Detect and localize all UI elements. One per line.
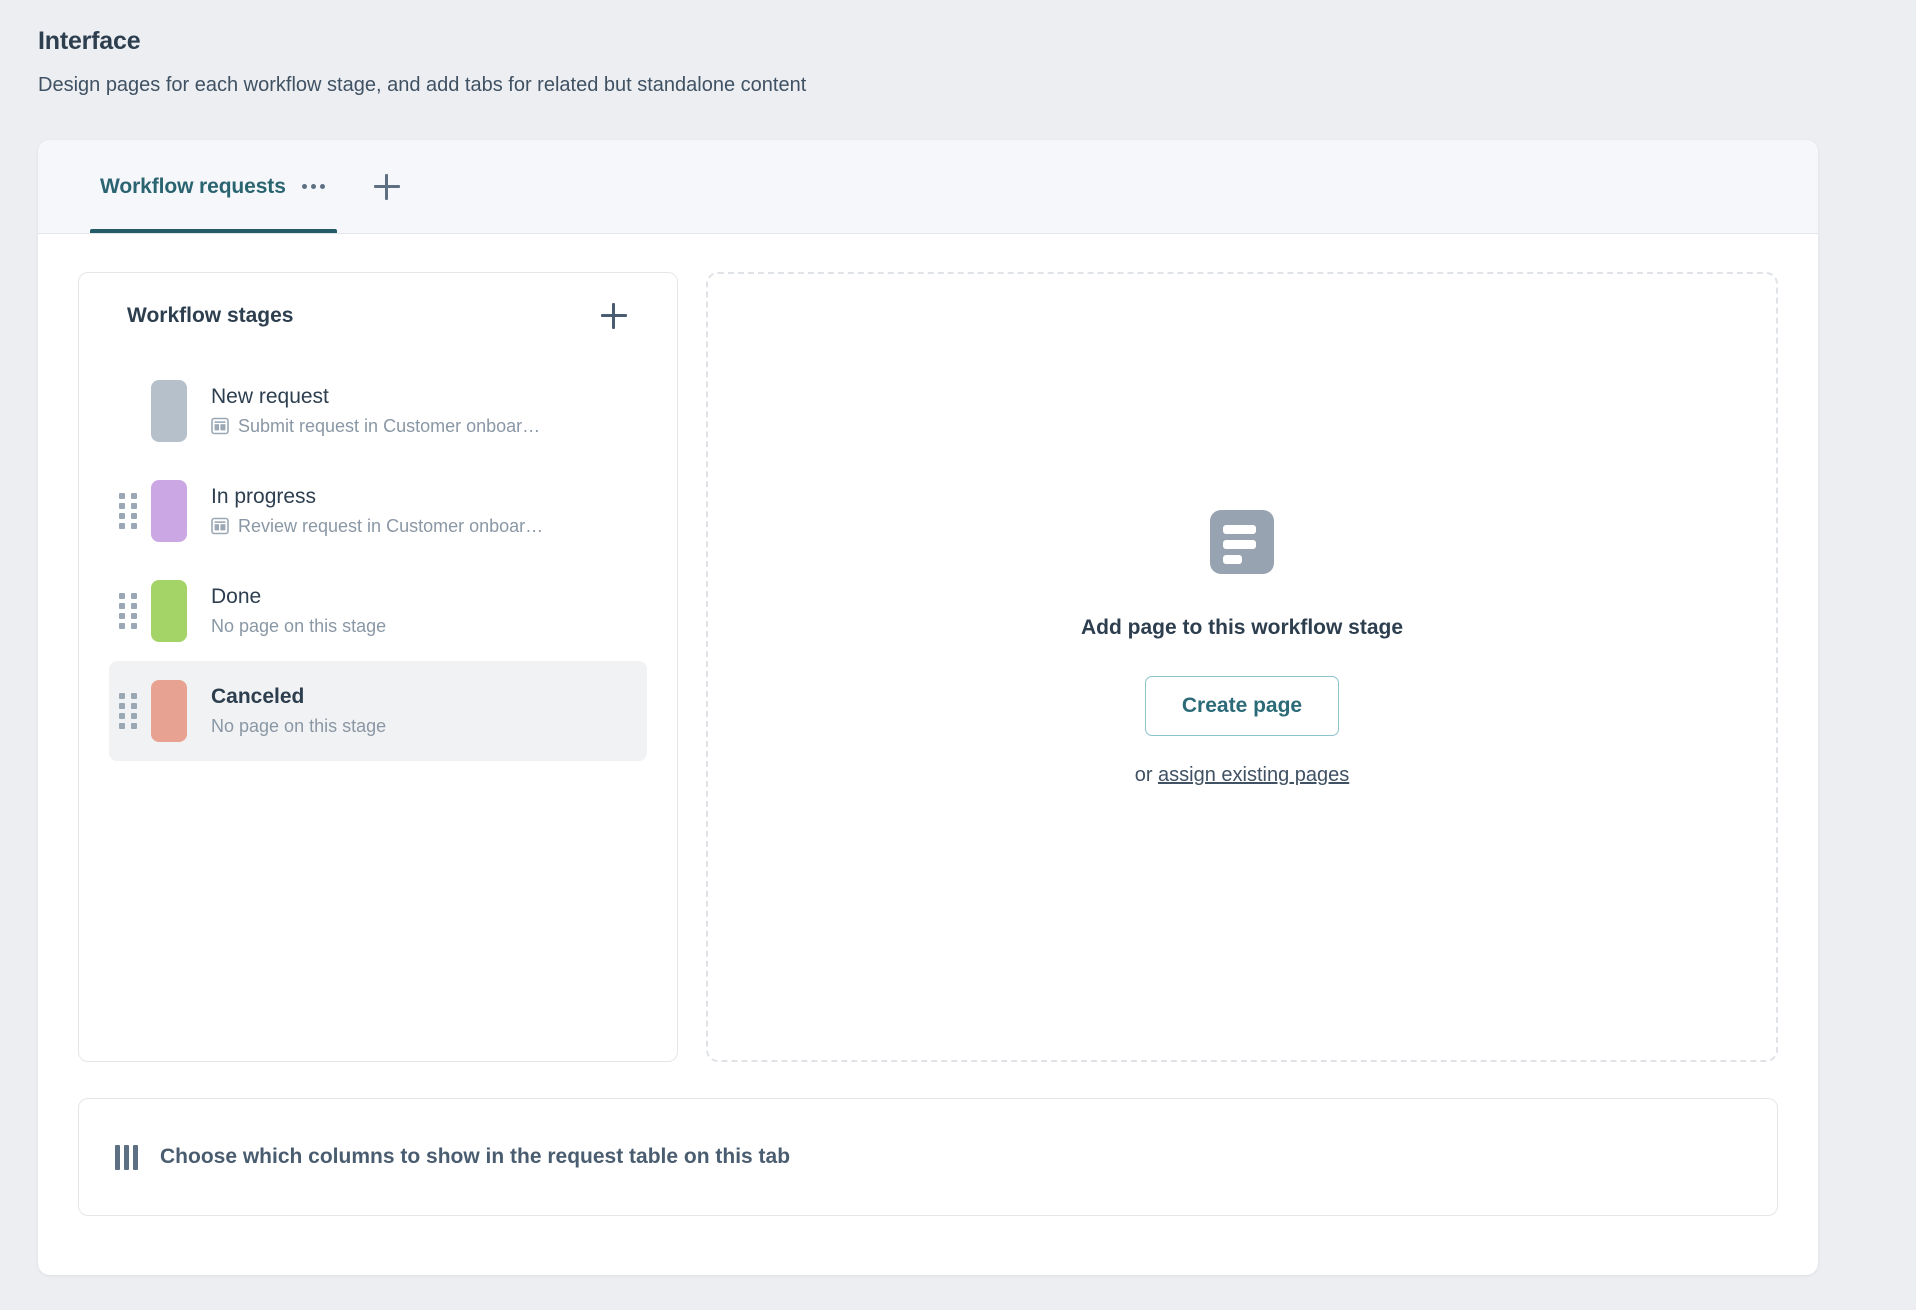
choose-columns-label: Choose which columns to show in the requ… <box>160 1145 790 1169</box>
workflow-stages-title: Workflow stages <box>127 304 293 328</box>
workflow-stage-list: New request Submit request in Customer on… <box>109 361 647 761</box>
ellipsis-icon[interactable] <box>300 178 327 195</box>
drag-handle-icon[interactable] <box>113 594 143 628</box>
stage-text: Done No page on this stage <box>211 585 386 636</box>
assign-existing-pages-line: or assign existing pages <box>1135 764 1350 787</box>
assign-prefix: or <box>1135 764 1158 786</box>
stage-subtitle: Review request in Customer onboar… <box>211 516 543 537</box>
tab-label: Workflow requests <box>100 175 286 199</box>
workflow-stage-row[interactable]: New request Submit request in Customer on… <box>109 361 647 461</box>
stage-color-swatch <box>151 680 187 742</box>
stage-subtitle-text: No page on this stage <box>211 616 386 637</box>
choose-columns-bar[interactable]: Choose which columns to show in the requ… <box>78 1098 1778 1216</box>
page-header: Interface Design pages for each workflow… <box>0 0 1916 97</box>
workflow-stage-row[interactable]: Done No page on this stage <box>109 561 647 661</box>
card-body: Workflow stages New request Submit reques… <box>38 234 1818 1062</box>
stage-name: New request <box>211 385 540 409</box>
assign-existing-pages-link[interactable]: assign existing pages <box>1158 764 1349 786</box>
stage-text: In progress Review request in Customer on… <box>211 485 543 536</box>
stage-text: New request Submit request in Customer on… <box>211 385 540 436</box>
stage-text: Canceled No page on this stage <box>211 685 386 736</box>
page-title: Interface <box>38 26 1916 56</box>
stage-color-swatch <box>151 580 187 642</box>
plus-icon <box>601 303 627 329</box>
mini-page-icon <box>211 517 229 535</box>
stage-subtitle: Submit request in Customer onboar… <box>211 416 540 437</box>
tab-bar: Workflow requests <box>38 140 1818 234</box>
stage-subtitle-text: Submit request in Customer onboar… <box>238 416 540 437</box>
plus-icon <box>374 174 400 200</box>
workflow-stage-row[interactable]: In progress Review request in Customer on… <box>109 461 647 561</box>
drag-handle-icon[interactable] <box>113 494 143 528</box>
mini-page-icon <box>211 417 229 435</box>
workflow-stages-panel: Workflow stages New request Submit reques… <box>78 272 678 1062</box>
drag-handle-icon <box>113 394 143 428</box>
page-document-icon <box>1210 510 1274 574</box>
workflow-stage-row[interactable]: Canceled No page on this stage <box>109 661 647 761</box>
columns-icon <box>115 1145 138 1170</box>
empty-state-title: Add page to this workflow stage <box>1081 616 1403 640</box>
page-dropzone-panel[interactable]: Add page to this workflow stage Create p… <box>706 272 1778 1062</box>
stage-name: Done <box>211 585 386 609</box>
stage-name: In progress <box>211 485 543 509</box>
stage-color-swatch <box>151 480 187 542</box>
interface-card: Workflow requests Workflow stages New re… <box>38 140 1818 1275</box>
page-subtitle: Design pages for each workflow stage, an… <box>38 74 1916 97</box>
create-page-button[interactable]: Create page <box>1145 676 1339 736</box>
stage-color-swatch <box>151 380 187 442</box>
workflow-stages-header: Workflow stages <box>109 301 647 331</box>
stage-subtitle-text: Review request in Customer onboar… <box>238 516 543 537</box>
tab-workflow-requests[interactable]: Workflow requests <box>84 140 343 233</box>
add-tab-button[interactable] <box>357 140 417 233</box>
add-stage-button[interactable] <box>599 301 629 331</box>
stage-subtitle: No page on this stage <box>211 716 386 737</box>
stage-subtitle: No page on this stage <box>211 616 386 637</box>
stage-subtitle-text: No page on this stage <box>211 716 386 737</box>
drag-handle-icon[interactable] <box>113 694 143 728</box>
stage-name: Canceled <box>211 685 386 709</box>
